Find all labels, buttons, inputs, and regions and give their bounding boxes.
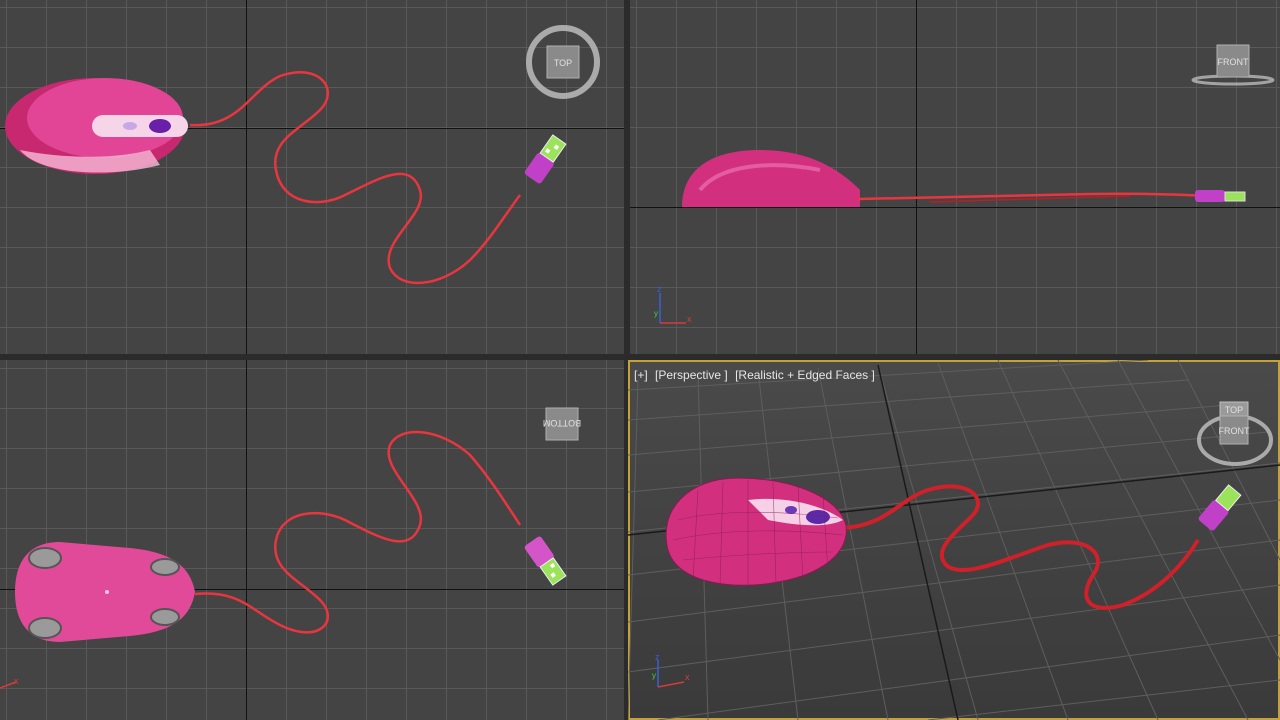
viewcube-label: TOP [554, 58, 572, 68]
mouse-model-bottom[interactable]: BOTTOM x [0, 360, 624, 720]
axis-tripod-icon: x [0, 676, 19, 689]
viewport-point-of-view[interactable]: [Perspective ] [655, 368, 728, 382]
viewport-label[interactable]: [+] [Perspective ] [Realistic + Edged Fa… [634, 368, 879, 382]
usb-connector[interactable] [524, 134, 568, 185]
viewport-front[interactable]: FRONT z x y [630, 0, 1280, 354]
axis-y-label: y [654, 309, 658, 318]
viewcube-icon[interactable]: TOP [526, 25, 600, 99]
usb-connector[interactable] [524, 535, 568, 586]
viewport-menu-plus[interactable]: [+] [634, 368, 648, 382]
mouse-body[interactable] [665, 477, 847, 586]
axis-x-label: x [14, 676, 19, 686]
viewcube-icon[interactable]: FRONT [1191, 44, 1275, 86]
axis-y-label: y [652, 671, 656, 680]
mouse-model-top[interactable]: TOP [0, 0, 624, 354]
viewcube-icon[interactable]: TOP FRONT [1197, 401, 1273, 466]
viewport-perspective[interactable]: TOP FRONT z x y [+] [Perspective ] [Real… [628, 360, 1280, 720]
mouse-model-front[interactable]: FRONT z x y [630, 0, 1280, 354]
mouse-body[interactable] [15, 542, 195, 642]
cable[interactable] [842, 484, 1200, 610]
axis-tripod-icon: z x y [654, 284, 692, 324]
mouse-body[interactable] [5, 78, 188, 174]
axis-x-label: x [685, 672, 690, 682]
usb-connector[interactable] [1195, 190, 1246, 202]
viewcube-label: FRONT [1219, 426, 1250, 436]
axis-z-label: z [655, 652, 660, 662]
axis-x-label: x [687, 314, 692, 324]
viewport-shading-mode[interactable]: [Realistic + Edged Faces ] [735, 368, 875, 382]
viewcube-label: FRONT [1218, 57, 1249, 67]
viewport-top[interactable]: TOP [0, 0, 624, 354]
cable[interactable] [189, 70, 522, 285]
cable[interactable] [194, 430, 522, 634]
usb-connector[interactable] [1197, 484, 1242, 532]
viewcube-top-label: TOP [1225, 405, 1243, 415]
viewcube-icon[interactable]: BOTTOM [543, 407, 581, 441]
axis-z-label: z [657, 284, 662, 294]
mouse-body[interactable] [682, 150, 860, 207]
mouse-model-perspective[interactable]: TOP FRONT z x y [628, 360, 1280, 720]
viewcube-label: BOTTOM [543, 418, 581, 428]
viewport-bottom[interactable]: BOTTOM x [0, 360, 624, 720]
axis-tripod-icon: z x y [652, 652, 690, 688]
